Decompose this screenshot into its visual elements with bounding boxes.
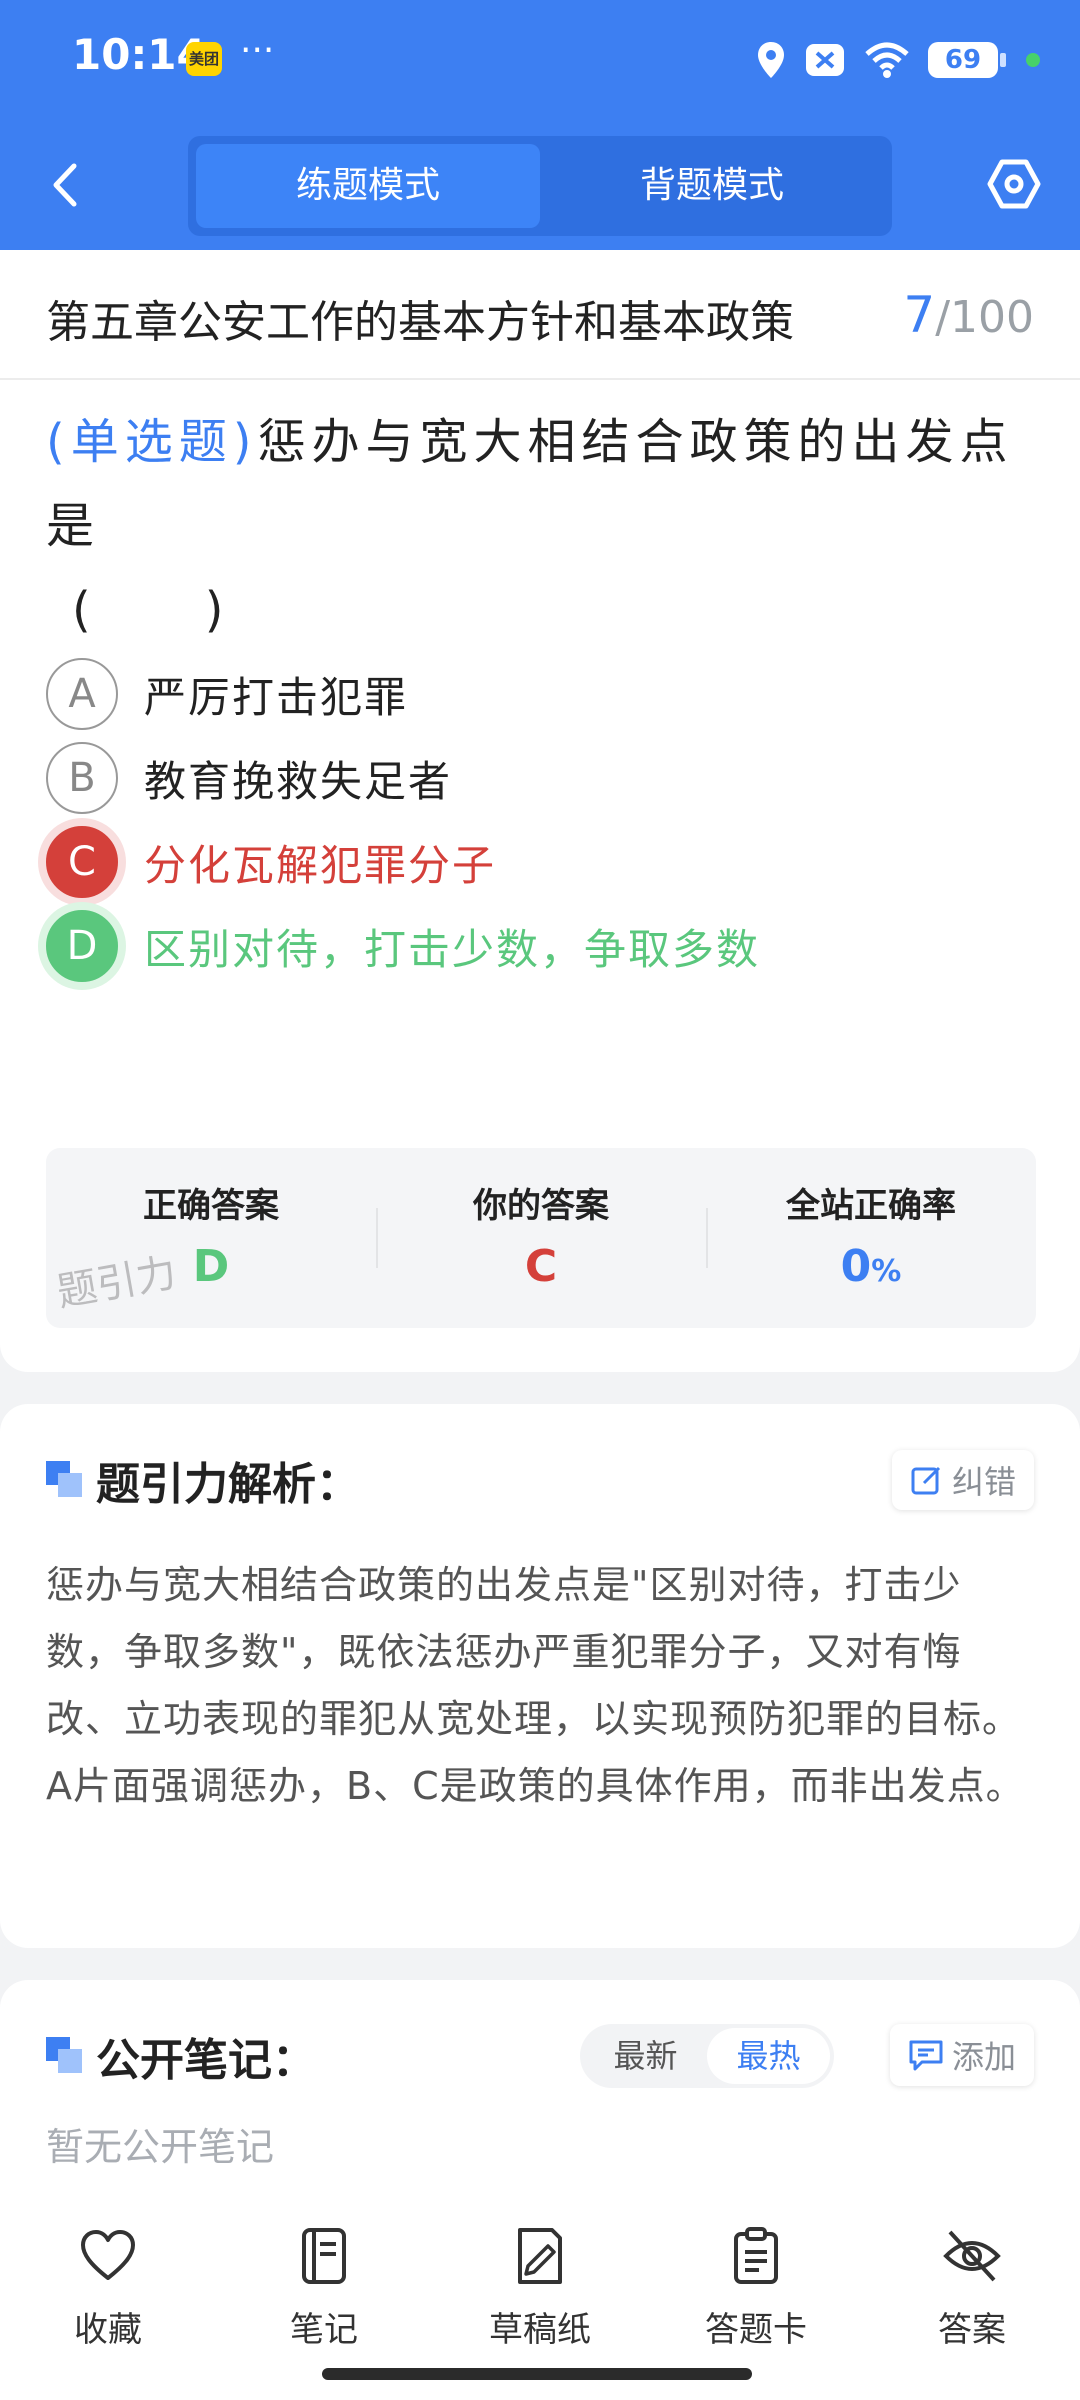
mode-switch: 练题模式 背题模式 [188, 136, 892, 236]
analysis-text: 惩办与宽大相结合政策的出发点是"区别对待，打击少数，争取多数"，既依法惩办严重犯… [46, 1563, 1025, 1808]
wifi-icon [865, 42, 909, 78]
option-letter: A [46, 658, 118, 730]
answer-summary: 正确答案 D 你的答案 C 全站正确率 0% [46, 1148, 1036, 1328]
nav-notes-label: 笔记 [290, 2310, 358, 2350]
total-question-count: /100 [935, 292, 1034, 343]
your-answer-label: 你的答案 [473, 1186, 609, 1226]
question-stem: (单选题)惩办与宽大相结合政策的出发点是 ( ) [46, 400, 1036, 652]
battery-indicator: 69 [928, 42, 1006, 78]
report-error-button[interactable]: 纠错 [891, 1450, 1034, 1510]
tab-memorize-mode[interactable]: 背题模式 [540, 144, 884, 228]
nav-notes[interactable]: 笔记 [244, 2226, 404, 2351]
edit-icon [911, 1466, 941, 1495]
nav-answer-label: 答案 [938, 2310, 1006, 2350]
your-answer-col: 你的答案 C [376, 1148, 706, 1328]
eye-off-icon [943, 2230, 1001, 2282]
notes-sort-switch: 最新 最热 [580, 2024, 834, 2088]
status-bar: 10:14 美团 ··· 69 [0, 0, 1080, 120]
analysis-title: 题引力解析： [96, 1459, 360, 1510]
comment-icon [909, 2040, 943, 2071]
question-blank: ( ) [72, 582, 230, 638]
accuracy-rate-unit: % [871, 1254, 902, 1289]
heart-icon [81, 2230, 135, 2280]
more-notifications-icon: ··· [240, 30, 275, 71]
draft-paper-icon [518, 2228, 562, 2284]
option-c[interactable]: C 分化瓦解犯罪分子 [46, 822, 1036, 902]
chapter-row: 第五章公安工作的基本方针和基本政策 7/100 [0, 250, 1080, 380]
section-squares-icon [46, 1461, 84, 1499]
answer-sheet-icon [734, 2227, 778, 2284]
nav-favorite-label: 收藏 [74, 2310, 142, 2350]
question-progress[interactable]: 7/100 [903, 286, 1034, 344]
option-text: 严厉打击犯罪 [144, 672, 409, 722]
option-text: 教育挽救失足者 [144, 756, 453, 806]
nav-favorite[interactable]: 收藏 [28, 2226, 188, 2351]
analysis-header: 题引力解析： [46, 1450, 360, 1510]
option-letter: C [46, 826, 118, 898]
correct-answer-label: 正确答案 [143, 1186, 279, 1226]
option-a[interactable]: A 严厉打击犯罪 [46, 654, 1036, 734]
accuracy-rate-col: 全站正确率 0% [706, 1148, 1036, 1328]
option-text: 分化瓦解犯罪分子 [144, 840, 497, 890]
nav-draft-paper-label: 草稿纸 [489, 2310, 591, 2350]
analysis-card: 题引力解析： 纠错 惩办与宽大相结合政策的出发点是"区别对待，打击少数，争取多数… [0, 1404, 1080, 1948]
nav-answer[interactable]: 答案 [892, 2226, 1052, 2351]
top-header: 10:14 美团 ··· 69 练题模式 背题模式 [0, 0, 1080, 250]
status-icons: 69 [756, 36, 1040, 84]
accuracy-rate-label: 全站正确率 [786, 1186, 956, 1226]
option-b[interactable]: B 教育挽救失足者 [46, 738, 1036, 818]
add-note-label: 添加 [951, 2038, 1016, 2076]
no-sim-icon [806, 44, 844, 76]
option-text: 区别对待，打击少数，争取多数 [144, 924, 761, 974]
section-squares-icon [46, 2037, 84, 2075]
location-icon [758, 42, 784, 78]
question-card: 第五章公安工作的基本方针和基本政策 7/100 (单选题)惩办与宽大相结合政策的… [0, 250, 1080, 1372]
report-error-label: 纠错 [951, 1463, 1016, 1501]
option-d[interactable]: D 区别对待，打击少数，争取多数 [46, 906, 1036, 986]
home-indicator[interactable] [322, 2368, 752, 2380]
current-question-number: 7 [903, 286, 936, 344]
tab-practice-mode[interactable]: 练题模式 [196, 144, 540, 228]
sort-hottest[interactable]: 最热 [707, 2028, 830, 2084]
meituan-notification-icon: 美团 [186, 42, 222, 76]
back-arrow-icon[interactable] [44, 160, 84, 210]
chapter-title: 第五章公安工作的基本方针和基本政策 [46, 297, 794, 348]
privacy-indicator-dot [1026, 53, 1040, 67]
sort-newest[interactable]: 最新 [584, 2028, 707, 2084]
accuracy-rate-value: 0% [706, 1241, 1036, 1292]
notes-header: 公开笔记： [46, 2026, 316, 2086]
your-answer-value: C [524, 1241, 558, 1292]
public-notes-card: 公开笔记： 最新 最热 添加 暂无公开笔记 [0, 1980, 1080, 2220]
option-letter: B [46, 742, 118, 814]
nav-draft-paper[interactable]: 草稿纸 [460, 2226, 620, 2351]
notebook-icon [302, 2228, 346, 2284]
accuracy-rate-number: 0 [840, 1241, 872, 1292]
add-note-button[interactable]: 添加 [889, 2024, 1034, 2086]
notes-title: 公开笔记： [96, 2035, 316, 2086]
nav-answer-sheet[interactable]: 答题卡 [676, 2226, 836, 2351]
empty-notes-text: 暂无公开笔记 [46, 2125, 275, 2169]
settings-hexagon-icon[interactable] [986, 156, 1042, 212]
option-letter: D [46, 910, 118, 982]
nav-answer-sheet-label: 答题卡 [705, 2310, 807, 2350]
question-type: (单选题) [46, 414, 258, 470]
